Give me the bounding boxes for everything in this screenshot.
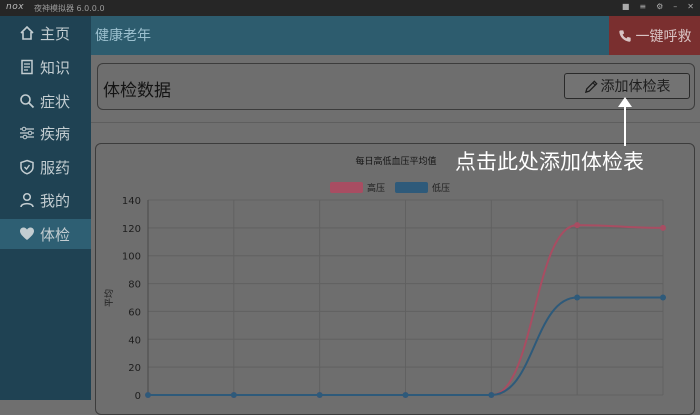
y-axis-label: 平均 [103,289,115,307]
y-tick-label: 100 [122,252,141,263]
y-tick-label: 20 [128,363,141,374]
data-point [660,224,666,231]
y-tick-label: 140 [122,196,141,207]
data-point [145,392,151,398]
legend-swatch [395,182,428,193]
legend-label: 高压 [367,182,385,194]
data-point [488,392,495,398]
y-tick-label: 120 [122,224,141,235]
chart-title: 每日高低血压平均值 [355,155,436,167]
data-point [574,294,581,301]
blood-pressure-chart: 0 20 40 60 80 100 120 140 每日高低血压平均值平均 高压 低压 [103,155,666,400]
data-point [316,392,323,398]
legend-label: 低压 [432,182,450,194]
y-tick-label: 40 [128,335,141,346]
callout-text: 点击此处添加体检表 [455,150,644,174]
data-point [660,294,666,301]
y-tick-label: 0 [135,391,141,400]
data-point [574,222,581,229]
y-tick-label: 60 [128,307,141,318]
y-tick-label: 80 [128,280,141,291]
callout-arrow [624,104,626,146]
data-point [230,392,237,398]
legend-swatch [330,182,363,193]
data-point [402,392,409,398]
